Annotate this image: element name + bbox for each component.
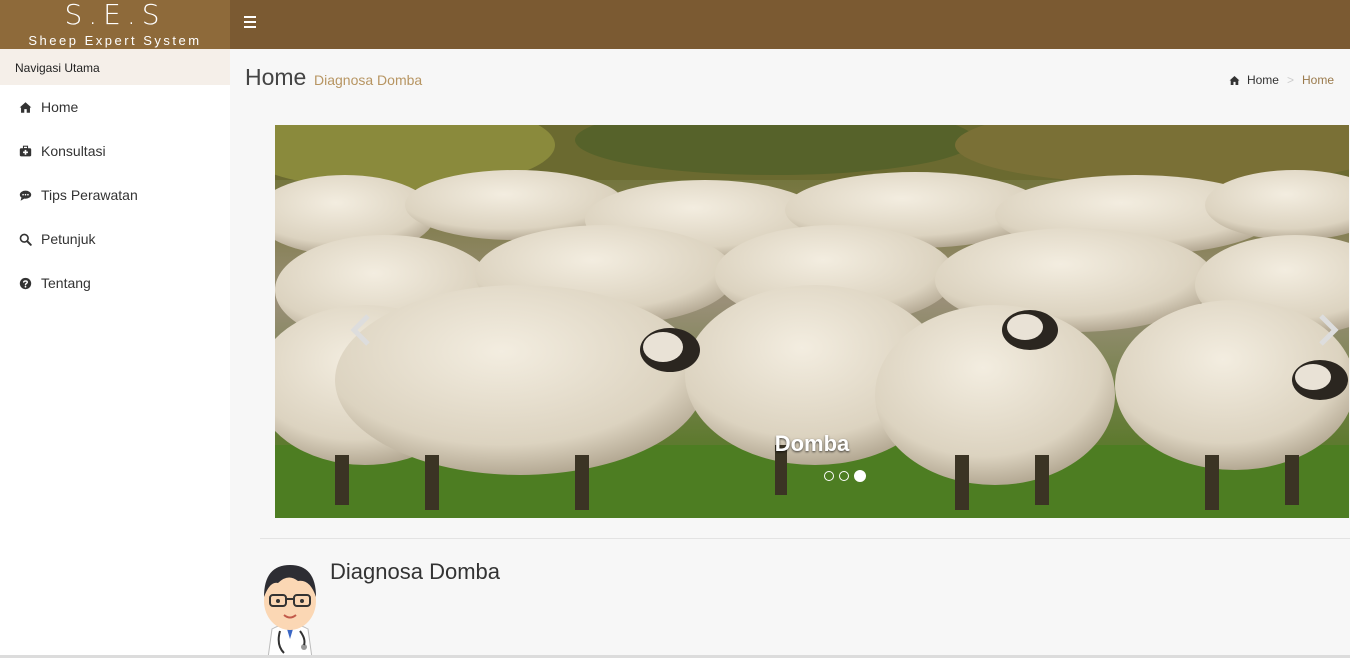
- sidebar-item-label: Konsultasi: [41, 143, 106, 159]
- carousel-prev-button[interactable]: [348, 313, 376, 347]
- breadcrumb-active: Home: [1301, 73, 1334, 87]
- sidebar-item-label: Home: [41, 99, 79, 115]
- app-logo[interactable]: S.E.S Sheep Expert System: [0, 0, 230, 49]
- section-title: Diagnosa Domba: [330, 559, 500, 584]
- logo-subtitle: Sheep Expert System: [28, 33, 202, 48]
- sidebar-item-label: Tips Perawatan: [41, 187, 138, 203]
- doctor-avatar: [264, 565, 316, 658]
- breadcrumb: Home > Home: [1229, 73, 1334, 87]
- carousel-indicator-2[interactable]: [839, 471, 849, 481]
- sidebar: Navigasi Utama Home Konsultasi Tips Pera…: [0, 49, 230, 658]
- sheep-flock-image: [275, 125, 1349, 518]
- sidebar-item-tips-perawatan[interactable]: Tips Perawatan: [0, 173, 230, 217]
- sidebar-header: Navigasi Utama: [0, 49, 230, 85]
- sidebar-item-konsultasi[interactable]: Konsultasi: [0, 129, 230, 173]
- comments-icon: [18, 188, 32, 202]
- chevron-right-icon: [1319, 314, 1339, 346]
- logo-title: S.E.S: [64, 0, 166, 31]
- carousel-next-button[interactable]: [1313, 313, 1341, 347]
- main-content: Home Diagnosa Domba Home > Home Domba Di…: [230, 49, 1350, 658]
- sidebar-item-tentang[interactable]: Tentang: [0, 261, 230, 305]
- hamburger-icon: [244, 16, 256, 18]
- sidebar-item-label: Tentang: [41, 275, 91, 291]
- question-circle-icon: [18, 276, 32, 290]
- breadcrumb-separator: >: [1286, 73, 1294, 87]
- breadcrumb-home-label: Home: [1246, 73, 1279, 87]
- page-subtitle: Diagnosa Domba: [314, 72, 423, 88]
- carousel-indicators: [824, 470, 871, 482]
- search-icon: [18, 232, 32, 246]
- carousel-indicator-3[interactable]: [854, 470, 866, 482]
- page-title: Home: [245, 64, 307, 90]
- home-icon: [18, 100, 32, 114]
- image-carousel[interactable]: Domba: [275, 125, 1349, 518]
- breadcrumb-home-link[interactable]: Home: [1229, 73, 1279, 87]
- carousel-caption: Domba: [774, 431, 850, 456]
- sidebar-item-petunjuk[interactable]: Petunjuk: [0, 217, 230, 261]
- carousel-indicator-1[interactable]: [824, 471, 834, 481]
- sidebar-item-home[interactable]: Home: [0, 85, 230, 129]
- top-navbar: [230, 0, 1350, 49]
- medkit-icon: [18, 144, 32, 158]
- sidebar-item-label: Petunjuk: [41, 231, 96, 247]
- section-divider: [260, 538, 1350, 539]
- home-icon: [1229, 75, 1240, 85]
- sidebar-toggle-button[interactable]: [244, 16, 258, 30]
- chevron-left-icon: [350, 314, 370, 346]
